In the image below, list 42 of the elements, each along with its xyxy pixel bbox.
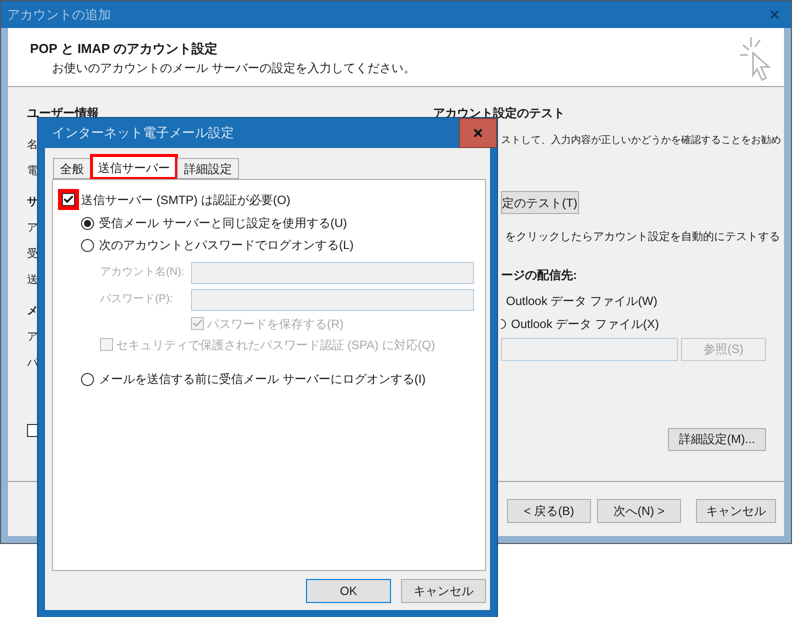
nav-button[interactable]: < 戻る(B) [507, 499, 591, 523]
radio-label[interactable]: Outlook データ ファイル(X) [511, 315, 660, 333]
section-heading: ージの配信先: [501, 266, 578, 284]
check-icon [192, 318, 203, 329]
close-button[interactable] [459, 118, 497, 148]
field-label: アカウント名(N): [100, 265, 186, 280]
field-label: 名 [27, 138, 38, 153]
nav-button[interactable]: 次へ(N) > [597, 499, 681, 523]
radio-button[interactable] [81, 372, 94, 386]
radio-label[interactable]: メールを送信する前に受信メール サーバーにログオンする(I) [99, 370, 426, 388]
header-title: POP と IMAP のアカウント設定 [30, 40, 218, 58]
dialog-title: インターネット電子メール設定 [52, 124, 234, 142]
description-text: ストして、入力内容が正しいかどうかを確認することをお勧め [501, 134, 782, 148]
field-label: 送 [27, 273, 38, 288]
checkbox-label[interactable]: 送信サーバー (SMTP) は認証が必要(O) [81, 190, 290, 208]
radio-label[interactable]: 次のアカウントとパスワードでログオンする(L) [99, 236, 354, 254]
field-label: ア [27, 221, 38, 236]
file-path-field[interactable] [501, 338, 678, 360]
checkbox[interactable] [62, 193, 75, 206]
check-icon [63, 194, 74, 205]
dialog-button[interactable]: OK [306, 579, 391, 603]
nav-button[interactable]: キャンセル [696, 499, 776, 523]
field-label: 受 [27, 246, 38, 262]
field-label: ア [27, 330, 38, 345]
window-title: アカウントの追加 [7, 6, 111, 24]
section-heading: メ [27, 304, 38, 319]
auto-test-text: をクリックしたらアカウント設定を自動的にテストする [505, 230, 781, 245]
field-label: パスワード(P): [100, 292, 174, 308]
close-icon [472, 127, 484, 139]
test-button[interactable]: 定のテスト(T) [501, 191, 579, 214]
more-settings-button[interactable]: 詳細設定(M)... [668, 428, 766, 450]
radio-button[interactable] [501, 319, 506, 329]
tab[interactable]: 送信サーバー [91, 155, 177, 179]
section-heading: サ [27, 195, 38, 210]
radio-label[interactable]: Outlook データ ファイル(W) [506, 292, 658, 310]
radio-button[interactable] [81, 216, 94, 230]
tab[interactable]: 全般 [53, 158, 91, 179]
header-subtitle: お使いのアカウントのメール サーバーの設定を入力してください。 [51, 60, 416, 76]
dialog-button[interactable]: キャンセル [401, 579, 486, 603]
radio-button[interactable] [81, 238, 94, 252]
radio-label[interactable]: 受信メール サーバーと同じ設定を使用する(U) [99, 214, 347, 232]
tab[interactable]: 詳細設定 [177, 158, 239, 179]
